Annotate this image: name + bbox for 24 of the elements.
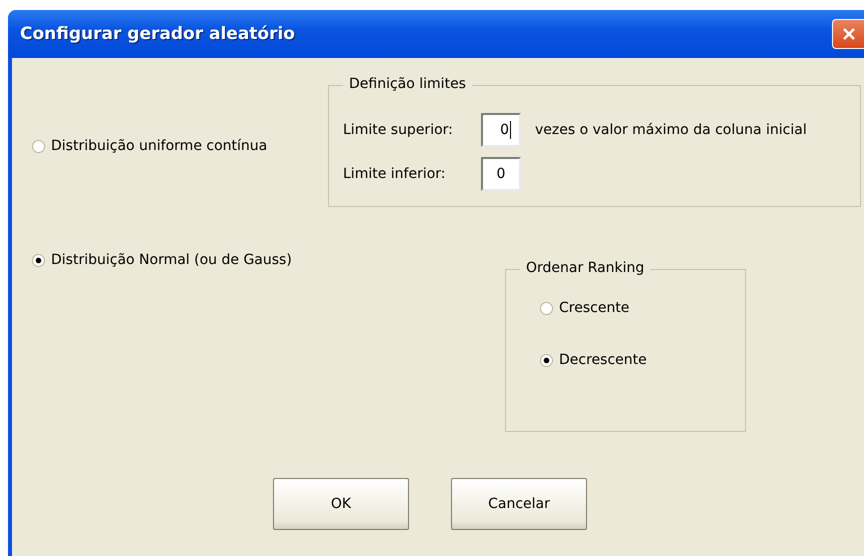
input-field[interactable]: 0	[481, 157, 521, 191]
close-icon	[840, 26, 856, 42]
field-suffix: vezes o valor máximo da coluna inicial	[535, 122, 807, 138]
radio-button[interactable]	[32, 254, 45, 266]
window-title: Configurar gerador aleatório	[20, 24, 295, 44]
option-label: Crescente	[559, 300, 630, 316]
option-label: Distribuição Normal (ou de Gauss)	[51, 252, 292, 268]
group-title: Ordenar Ranking	[520, 260, 650, 276]
field-label: Limite superior:	[343, 122, 454, 138]
option-label: Decrescente	[559, 352, 647, 368]
dialog-button[interactable]: Cancelar	[451, 478, 587, 530]
radio-option[interactable]: Distribuição Normal (ou de Gauss)	[32, 252, 505, 268]
field-label: Limite inferior:	[343, 166, 447, 182]
group-title: Definição limites	[343, 76, 472, 92]
radio-option[interactable]: Decrescente	[540, 352, 745, 368]
radio-button[interactable]	[540, 302, 553, 314]
input-field[interactable]: 0	[481, 113, 521, 147]
radio-option[interactable]: Distribuição uniforme contínua	[32, 138, 328, 154]
option-label: Distribuição uniforme contínua	[51, 138, 268, 154]
radio-button[interactable]	[540, 354, 553, 366]
dialog-button[interactable]: OK	[273, 478, 409, 530]
radio-button[interactable]	[32, 140, 45, 152]
radio-option[interactable]: Crescente	[540, 300, 745, 316]
close-button[interactable]	[832, 19, 864, 49]
